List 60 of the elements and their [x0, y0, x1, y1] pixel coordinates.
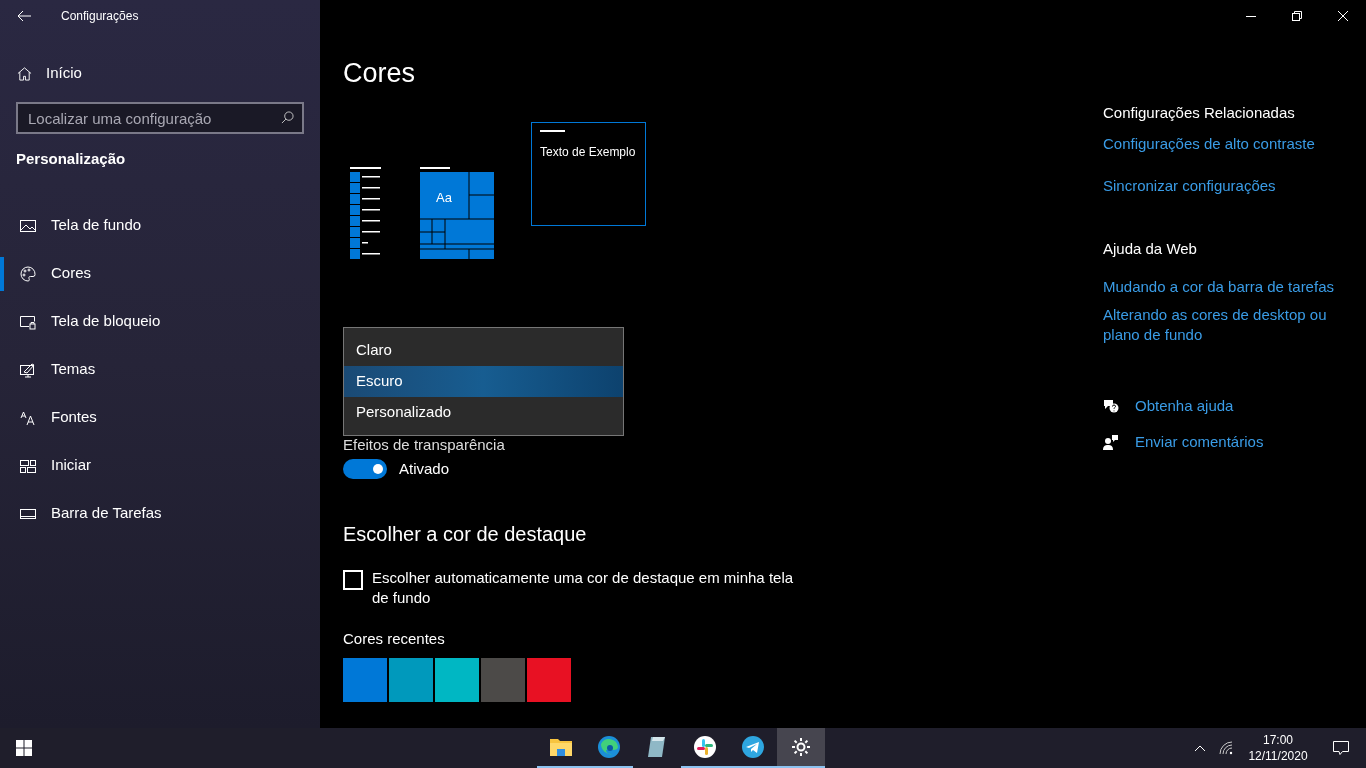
- home-nav-item[interactable]: Início: [0, 56, 320, 90]
- checkbox[interactable]: [343, 569, 363, 590]
- support-link[interactable]: Enviar comentários: [1135, 430, 1264, 453]
- lock-screen-icon: [20, 313, 36, 330]
- sidebar-item[interactable]: Temas: [0, 352, 320, 387]
- restore-icon: [1292, 11, 1302, 21]
- section-heading: Personalização: [16, 149, 127, 169]
- checkbox-label: Escolher automaticamente uma cor de destaque em minha tela de fundo: [372, 567, 795, 608]
- home-icon: [17, 65, 32, 81]
- recent-colors-label: Cores recentes: [343, 628, 446, 649]
- theme-preview-drawing: Aa: [343, 167, 495, 261]
- color-swatch[interactable]: [435, 658, 479, 702]
- toggle-switch[interactable]: [343, 459, 387, 480]
- taskbar-app[interactable]: [777, 728, 825, 768]
- sample-window-preview: Texto de Exemplo: [531, 122, 646, 226]
- accent-heading: Escolher a cor de destaque: [343, 521, 588, 547]
- menu-option[interactable]: Claro: [344, 335, 623, 366]
- web-help-link[interactable]: Mudando a cor da barra de tarefas: [1103, 277, 1343, 297]
- help-chat-icon: [1103, 398, 1119, 415]
- picture-icon: [20, 217, 36, 234]
- transparency-label: Efeitos de transparência: [343, 436, 506, 454]
- sidebar-item[interactable]: Tela de fundo: [0, 208, 320, 243]
- browser-icon: [597, 735, 621, 759]
- wifi-icon: [1219, 741, 1233, 755]
- sidebar-item[interactable]: Iniciar: [0, 448, 320, 483]
- search-field[interactable]: Localizar uma configuração: [16, 102, 304, 134]
- back-arrow-icon: [17, 10, 31, 22]
- web-help-heading: Ajuda da Web: [1103, 238, 1198, 259]
- sidebar-item[interactable]: Barra de Tarefas: [0, 496, 320, 531]
- search-icon: [281, 111, 294, 124]
- fonts-icon: [20, 409, 36, 426]
- window-title: Configurações: [61, 8, 139, 25]
- palette-icon: [20, 265, 36, 282]
- related-link[interactable]: Configurações de alto contraste: [1103, 132, 1346, 155]
- notification-icon: [1333, 740, 1349, 756]
- color-swatch[interactable]: [481, 658, 525, 702]
- support-link[interactable]: Obtenha ajuda: [1135, 395, 1234, 418]
- page-title: Cores: [343, 57, 417, 90]
- settings-icon: [791, 737, 811, 757]
- color-swatch[interactable]: [343, 658, 387, 702]
- slack-icon: [693, 735, 717, 759]
- brush-icon: [20, 361, 36, 378]
- clock[interactable]: 17:00 12/11/2020: [1240, 728, 1316, 768]
- sidebar-item[interactable]: Tela de bloqueio: [0, 304, 320, 339]
- minimize-icon: [1246, 15, 1256, 17]
- web-help-link[interactable]: Alterando as cores de desktop ou plano de fundo: [1103, 305, 1343, 345]
- chevron-up-icon: [1194, 744, 1206, 752]
- color-swatch[interactable]: [389, 658, 433, 702]
- sidebar-item[interactable]: Fontes: [0, 400, 320, 435]
- toggle-state-text: Ativado: [399, 459, 450, 479]
- menu-option[interactable]: Personalizado: [344, 397, 623, 428]
- menu-option[interactable]: Escuro: [344, 366, 623, 397]
- windows-logo-icon: [16, 740, 32, 756]
- start-icon: [20, 457, 36, 474]
- color-swatch[interactable]: [527, 658, 571, 702]
- related-link[interactable]: Sincronizar configurações: [1103, 175, 1346, 198]
- telegram-icon: [741, 735, 765, 759]
- related-heading: Configurações Relacionadas: [1103, 103, 1296, 123]
- feedback-icon: [1103, 433, 1119, 450]
- close-icon: [1338, 11, 1348, 21]
